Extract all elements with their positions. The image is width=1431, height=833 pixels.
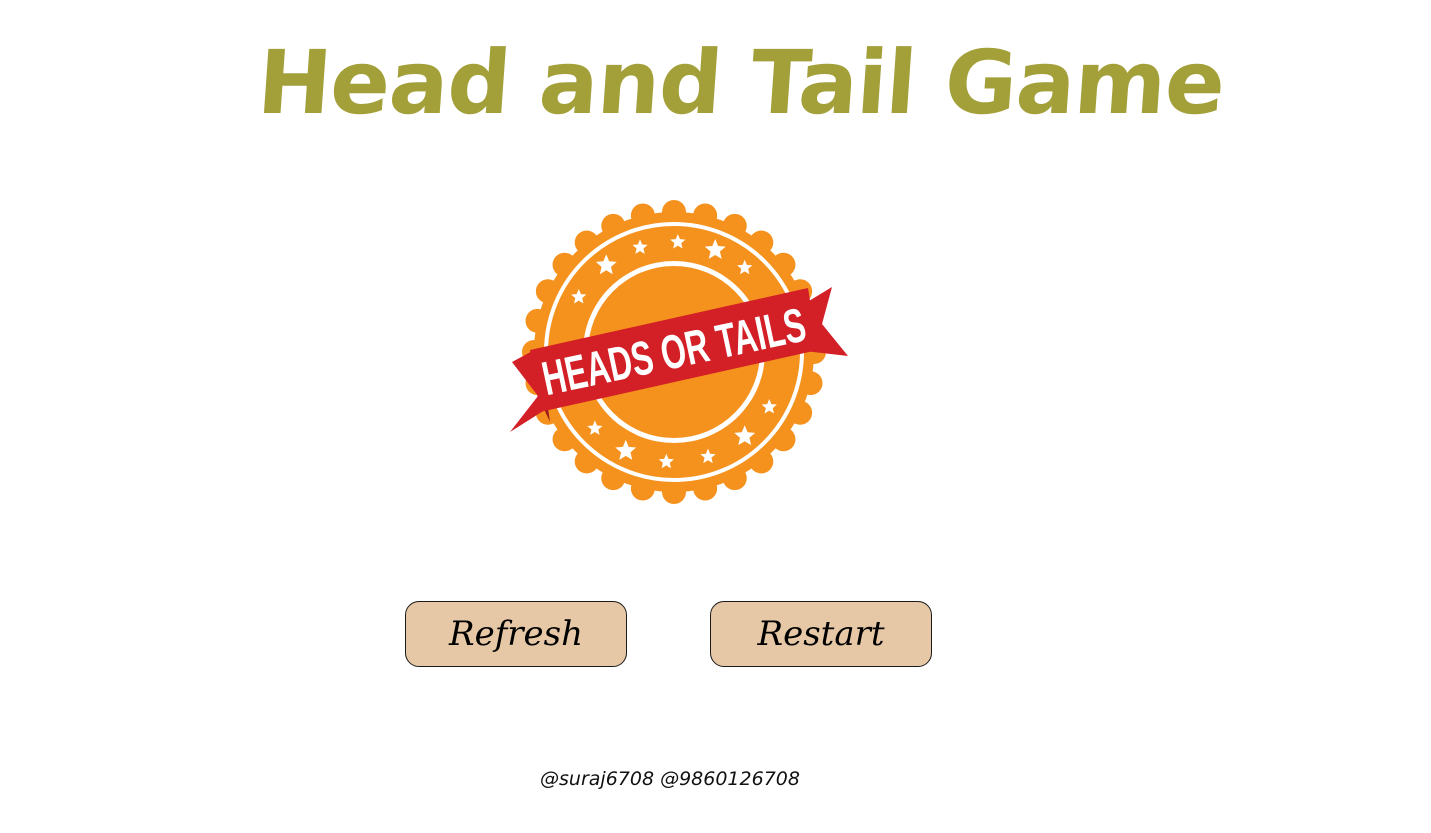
- footer-credit: @suraj6708 @9860126708: [540, 768, 800, 790]
- refresh-button[interactable]: Refresh: [405, 601, 627, 667]
- heads-or-tails-badge-icon: HEADS OR TAILS: [510, 200, 848, 504]
- page-title: Head and Tail Game: [254, 31, 1228, 134]
- restart-button[interactable]: Restart: [710, 601, 932, 667]
